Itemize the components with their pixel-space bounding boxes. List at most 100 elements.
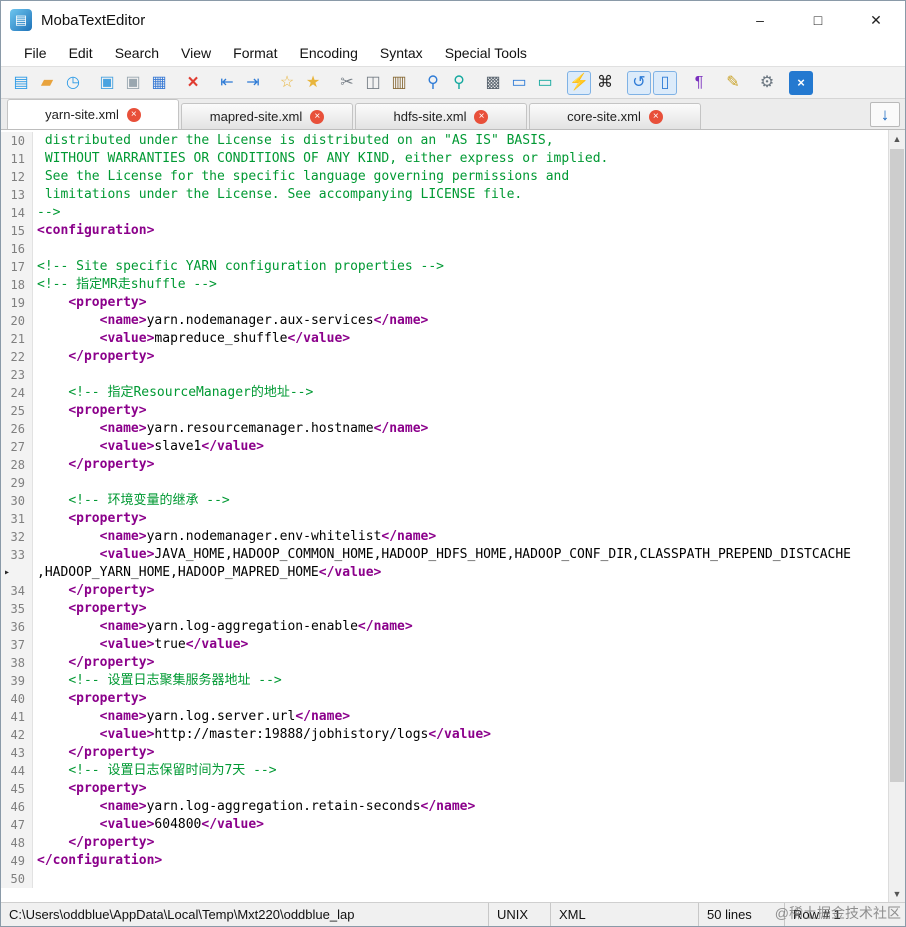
code-text[interactable]: <!-- 环境变量的继承 -->: [33, 492, 229, 510]
syntax-highlight-icon[interactable]: ⚡: [567, 70, 591, 95]
code-text[interactable]: <property>: [33, 690, 146, 708]
pen-icon[interactable]: ✎: [721, 71, 745, 95]
tab-yarn-site-xml[interactable]: yarn-site.xml ×: [7, 99, 179, 129]
code-text[interactable]: <name>yarn.log-aggregation.retain-second…: [33, 798, 476, 816]
undo-icon[interactable]: ↺: [627, 70, 651, 95]
paste-icon[interactable]: ▥: [387, 71, 411, 95]
line-number: 46: [1, 798, 33, 816]
code-text[interactable]: <property>: [33, 780, 146, 798]
apple-icon[interactable]: ⌘: [593, 71, 617, 95]
code-text[interactable]: </property>: [33, 744, 154, 762]
code-text[interactable]: <configuration>: [33, 222, 154, 240]
menu-item-edit[interactable]: Edit: [58, 39, 104, 66]
code-text[interactable]: <!-- Site specific YARN configuration pr…: [33, 258, 444, 276]
tab-core-site-xml[interactable]: core-site.xml ×: [529, 103, 701, 129]
tab-hdfs-site-xml[interactable]: hdfs-site.xml ×: [355, 103, 527, 129]
code-text[interactable]: distributed under the License is distrib…: [33, 132, 554, 150]
code-text[interactable]: [33, 474, 37, 492]
tab-close-icon[interactable]: ×: [310, 109, 325, 124]
terminal-icon[interactable]: ▭: [507, 71, 531, 95]
minimize-button[interactable]: –: [731, 1, 789, 39]
tab-mapred-site-xml[interactable]: mapred-site.xml ×: [181, 103, 353, 129]
code-text[interactable]: <name>yarn.log.server.url</name>: [33, 708, 350, 726]
code-text[interactable]: <value>http://master:19888/jobhistory/lo…: [33, 726, 491, 744]
code-text[interactable]: [33, 240, 37, 258]
code-text[interactable]: See the License for the specific languag…: [33, 168, 569, 186]
editor[interactable]: 10 distributed under the License is dist…: [1, 130, 905, 902]
menu-item-search[interactable]: Search: [104, 39, 170, 66]
menu-item-format[interactable]: Format: [222, 39, 288, 66]
editor-line: 32 <name>yarn.nodemanager.env-whitelist<…: [1, 528, 888, 546]
replace-icon[interactable]: ⚲: [447, 71, 471, 95]
tab-close-icon[interactable]: ×: [126, 107, 141, 122]
code-text[interactable]: </property>: [33, 654, 154, 672]
recent-files-icon[interactable]: ◷: [61, 71, 85, 95]
code-text[interactable]: <property>: [33, 510, 146, 528]
code-text[interactable]: <name>yarn.log-aggregation-enable</name>: [33, 618, 413, 636]
code-text[interactable]: ,HADOOP_YARN_HOME,HADOOP_MAPRED_HOME</va…: [33, 564, 381, 582]
vertical-scrollbar[interactable]: ▲ ▼: [888, 130, 905, 902]
scrollbar-thumb[interactable]: [890, 149, 904, 783]
code-text[interactable]: <name>yarn.nodemanager.env-whitelist</na…: [33, 528, 437, 546]
code-text[interactable]: </property>: [33, 834, 154, 852]
select-all-icon[interactable]: ▩: [481, 71, 505, 95]
code-text[interactable]: -->: [33, 204, 60, 222]
menu-item-file[interactable]: File: [13, 39, 58, 66]
code-text[interactable]: <value>slave1</value>: [33, 438, 264, 456]
tab-close-icon[interactable]: ×: [474, 109, 489, 124]
cut-icon[interactable]: ✂: [335, 71, 359, 95]
bookmark-icon[interactable]: ★: [301, 71, 325, 95]
code-text[interactable]: <value>604800</value>: [33, 816, 264, 834]
menu-item-encoding[interactable]: Encoding: [288, 39, 368, 66]
code-text[interactable]: WITHOUT WARRANTIES OR CONDITIONS OF ANY …: [33, 150, 609, 168]
outdent-icon[interactable]: ⇤: [215, 71, 239, 95]
tab-close-icon[interactable]: ×: [648, 109, 663, 124]
line-number: 13: [1, 186, 33, 204]
print-icon[interactable]: ▦: [147, 71, 171, 95]
editor-line: 44 <!-- 设置日志保留时间为7天 -->: [1, 762, 888, 780]
indent-icon[interactable]: ⇥: [241, 71, 265, 95]
maximize-button[interactable]: □: [789, 1, 847, 39]
editor-rows: 10 distributed under the License is dist…: [1, 132, 888, 902]
code-text[interactable]: <!-- 设置日志聚集服务器地址 -->: [33, 672, 281, 690]
code-text[interactable]: <!-- 指定MR走shuffle -->: [33, 276, 217, 294]
scroll-up-icon[interactable]: ▲: [889, 130, 905, 147]
code-text[interactable]: <property>: [33, 402, 146, 420]
code-text[interactable]: limitations under the License. See accom…: [33, 186, 522, 204]
close-file-icon[interactable]: ×: [181, 71, 205, 95]
code-text[interactable]: <property>: [33, 294, 146, 312]
paragraph-marks-icon[interactable]: ¶: [687, 71, 711, 95]
code-text[interactable]: <value>true</value>: [33, 636, 249, 654]
code-text[interactable]: <name>yarn.nodemanager.aux-services</nam…: [33, 312, 429, 330]
new-file-icon[interactable]: ▤: [9, 71, 33, 95]
save-icon[interactable]: ▣: [95, 71, 119, 95]
code-text[interactable]: </property>: [33, 582, 154, 600]
settings-gears-icon[interactable]: ⚙: [755, 71, 779, 95]
search-icon[interactable]: ⚲: [421, 71, 445, 95]
menu-item-syntax[interactable]: Syntax: [369, 39, 434, 66]
save-all-icon[interactable]: ▣: [121, 71, 145, 95]
code-text[interactable]: <property>: [33, 600, 146, 618]
exit-icon[interactable]: ×: [789, 70, 813, 95]
open-folder-icon[interactable]: ▰: [35, 71, 59, 95]
code-text[interactable]: [33, 366, 37, 384]
menu-item-view[interactable]: View: [170, 39, 222, 66]
code-text[interactable]: </property>: [33, 348, 154, 366]
code-text[interactable]: [33, 870, 37, 888]
mobile-view-icon[interactable]: ▯: [653, 70, 677, 95]
editor-line: 22 </property>: [1, 348, 888, 366]
code-text[interactable]: <!-- 设置日志保留时间为7天 -->: [33, 762, 276, 780]
close-button[interactable]: ✕: [847, 1, 905, 39]
code-text[interactable]: <!-- 指定ResourceManager的地址-->: [33, 384, 313, 402]
menu-item-special-tools[interactable]: Special Tools: [434, 39, 538, 66]
code-text[interactable]: </configuration>: [33, 852, 162, 870]
code-text[interactable]: </property>: [33, 456, 154, 474]
code-text[interactable]: <name>yarn.resourcemanager.hostname</nam…: [33, 420, 429, 438]
scroll-down-icon[interactable]: ▼: [889, 885, 905, 902]
tab-list-dropdown-button[interactable]: ↓: [870, 102, 900, 127]
remote-screen-icon[interactable]: ▭: [533, 71, 557, 95]
code-text[interactable]: <value>JAVA_HOME,HADOOP_COMMON_HOME,HADO…: [33, 546, 851, 564]
add-bookmark-icon[interactable]: ☆: [275, 71, 299, 95]
copy-icon[interactable]: ◫: [361, 71, 385, 95]
code-text[interactable]: <value>mapreduce_shuffle</value>: [33, 330, 350, 348]
